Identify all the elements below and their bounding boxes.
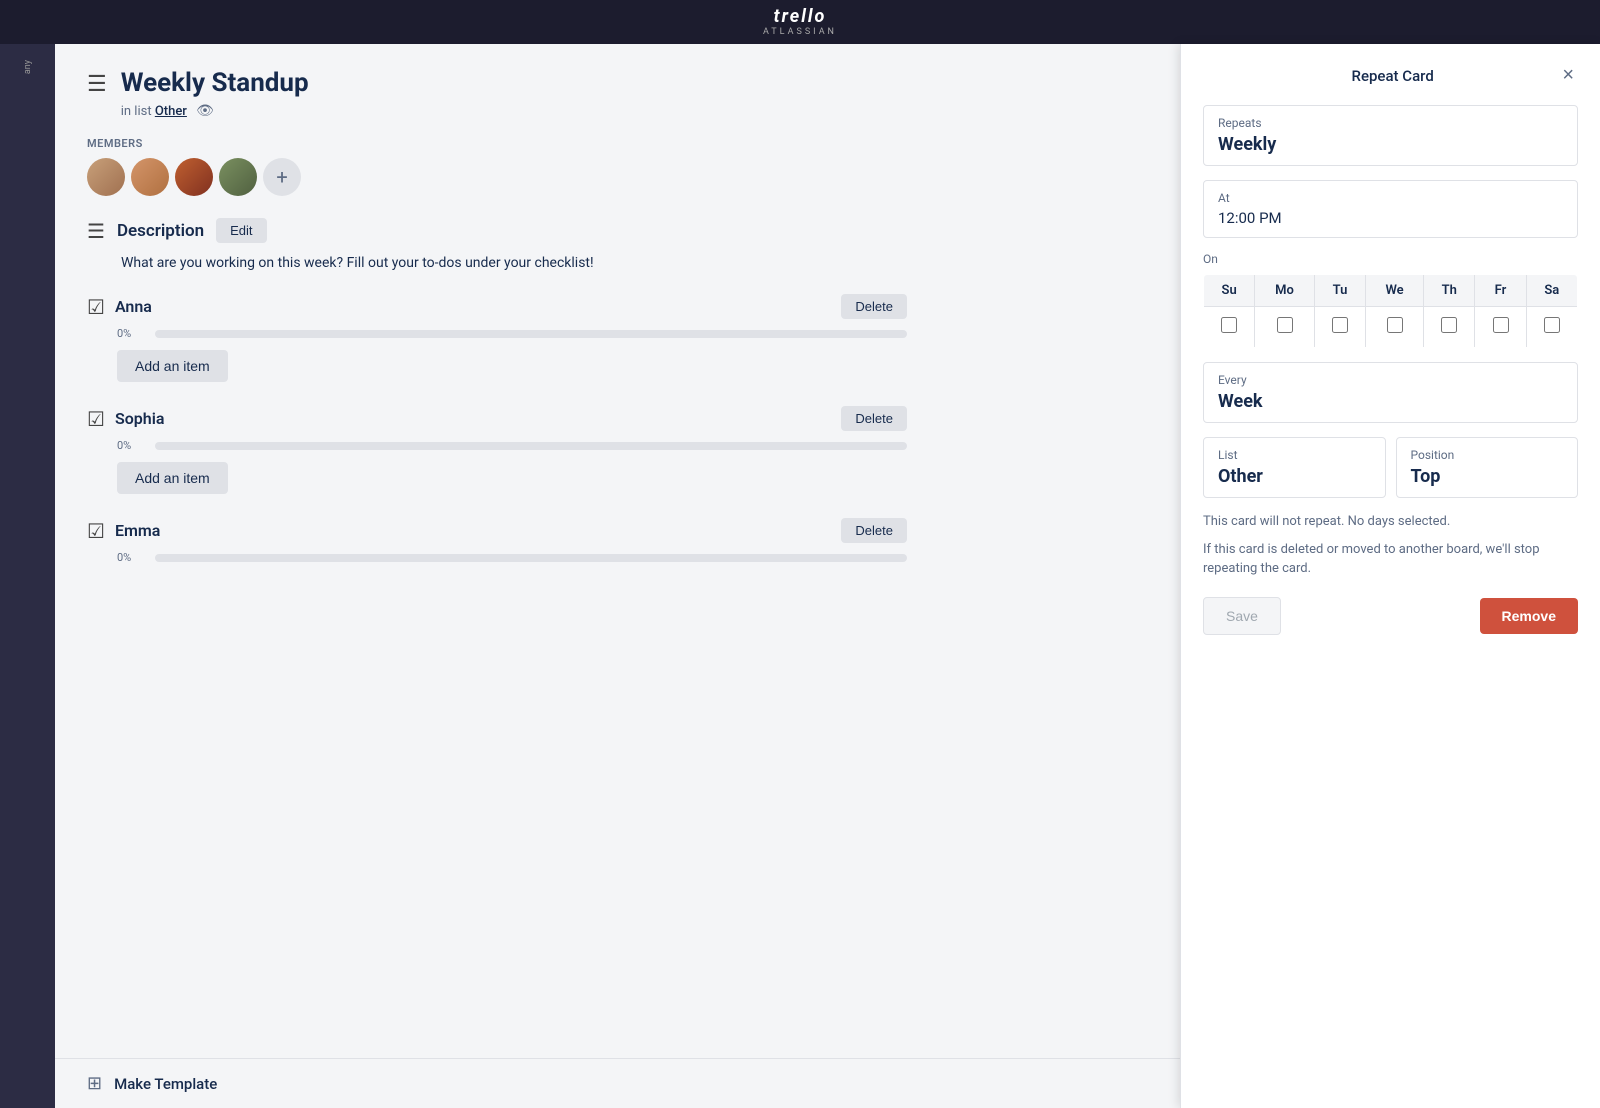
make-template-label: Make Template bbox=[114, 1075, 217, 1093]
avatar-4[interactable] bbox=[219, 158, 257, 196]
description-icon: ☰ bbox=[87, 219, 105, 243]
checklist-sophia-header: ☑ Sophia Delete bbox=[87, 406, 907, 431]
avatar-3[interactable] bbox=[175, 158, 213, 196]
notice-1: This card will not repeat. No days selec… bbox=[1203, 512, 1578, 532]
sidebar-label: any bbox=[23, 60, 33, 74]
card-main: ☰ Weekly Standup in list Other 👁 MEMBERS… bbox=[87, 68, 907, 564]
day-su: Su bbox=[1204, 275, 1255, 307]
notice-2: If this card is deleted or moved to anot… bbox=[1203, 540, 1578, 579]
list-field[interactable]: List Other bbox=[1203, 437, 1386, 498]
list-label: List bbox=[1218, 448, 1371, 462]
checkbox-th[interactable] bbox=[1441, 317, 1457, 333]
list-prefix: in list bbox=[121, 104, 152, 119]
position-field[interactable]: Position Top bbox=[1396, 437, 1579, 498]
progress-pct-sophia: 0% bbox=[117, 439, 145, 452]
card-type-icon: ☰ bbox=[87, 72, 107, 97]
repeat-actions: Save Remove bbox=[1203, 597, 1578, 635]
checklist-anna: ☑ Anna Delete 0% Add an item bbox=[87, 294, 907, 382]
remove-button[interactable]: Remove bbox=[1480, 598, 1578, 634]
progress-bar-bg-emma bbox=[155, 554, 907, 562]
list-link[interactable]: Other bbox=[155, 104, 187, 119]
repeat-panel-title: Repeat Card bbox=[1227, 67, 1558, 85]
edit-description-button[interactable]: Edit bbox=[216, 218, 266, 243]
card-title-block: Weekly Standup in list Other 👁 bbox=[121, 68, 309, 119]
checkbox-we[interactable] bbox=[1387, 317, 1403, 333]
card-list-info: in list Other 👁 bbox=[121, 103, 309, 119]
progress-bar-bg-sophia bbox=[155, 442, 907, 450]
checklist-title-emma: Emma bbox=[115, 521, 831, 540]
position-value: Top bbox=[1411, 466, 1564, 487]
close-repeat-panel-button[interactable]: × bbox=[1558, 64, 1578, 87]
checkbox-tu[interactable] bbox=[1332, 317, 1348, 333]
brand-sub: ATLASSIAN bbox=[763, 27, 837, 38]
topbar-logo: trello ATLASSIAN bbox=[763, 6, 837, 38]
every-value: Week bbox=[1218, 391, 1563, 412]
list-position-row: List Other Position Top bbox=[1203, 437, 1578, 498]
every-label: Every bbox=[1218, 373, 1563, 387]
checklist-emma: ☑ Emma Delete 0% bbox=[87, 518, 907, 564]
description-text: What are you working on this week? Fill … bbox=[121, 253, 907, 274]
add-item-anna-button[interactable]: Add an item bbox=[117, 350, 228, 382]
progress-row-anna: 0% bbox=[117, 327, 907, 340]
watch-icon[interactable]: 👁 bbox=[196, 103, 214, 119]
make-template-icon: ⊞ bbox=[87, 1073, 102, 1094]
at-value: 12:00 PM bbox=[1218, 209, 1563, 227]
card-title: Weekly Standup bbox=[121, 68, 309, 99]
day-th: Th bbox=[1424, 275, 1475, 307]
days-table: Su Mo Tu We Th Fr Sa bbox=[1203, 274, 1578, 348]
description-title: Description bbox=[117, 221, 204, 241]
progress-row-sophia: 0% bbox=[117, 439, 907, 452]
every-field[interactable]: Every Week bbox=[1203, 362, 1578, 423]
day-tu: Tu bbox=[1314, 275, 1365, 307]
delete-sophia-button[interactable]: Delete bbox=[841, 406, 907, 431]
delete-emma-button[interactable]: Delete bbox=[841, 518, 907, 543]
checkbox-fr[interactable] bbox=[1493, 317, 1509, 333]
checklist-icon-emma: ☑ bbox=[87, 519, 105, 543]
topbar: trello ATLASSIAN bbox=[0, 0, 1600, 44]
progress-pct-anna: 0% bbox=[117, 327, 145, 340]
checklist-title-sophia: Sophia bbox=[115, 409, 831, 428]
checkbox-mo[interactable] bbox=[1277, 317, 1293, 333]
checklist-icon-anna: ☑ bbox=[87, 295, 105, 319]
day-fr: Fr bbox=[1475, 275, 1526, 307]
add-member-button[interactable]: + bbox=[263, 158, 301, 196]
day-we: We bbox=[1366, 275, 1424, 307]
checkbox-su[interactable] bbox=[1221, 317, 1237, 333]
progress-bar-bg-anna bbox=[155, 330, 907, 338]
avatar-2[interactable] bbox=[131, 158, 169, 196]
checklist-emma-header: ☑ Emma Delete bbox=[87, 518, 907, 543]
repeat-panel: Repeat Card × Repeats Weekly At 12:00 PM… bbox=[1180, 44, 1600, 1108]
repeats-value: Weekly bbox=[1218, 134, 1563, 155]
at-field[interactable]: At 12:00 PM bbox=[1203, 180, 1578, 238]
repeats-field[interactable]: Repeats Weekly bbox=[1203, 105, 1578, 166]
description-header: ☰ Description Edit bbox=[87, 218, 907, 243]
on-label: On bbox=[1203, 252, 1578, 266]
checklist-anna-header: ☑ Anna Delete bbox=[87, 294, 907, 319]
delete-anna-button[interactable]: Delete bbox=[841, 294, 907, 319]
avatar-1[interactable] bbox=[87, 158, 125, 196]
day-sa: Sa bbox=[1526, 275, 1577, 307]
save-button: Save bbox=[1203, 597, 1281, 635]
position-label: Position bbox=[1411, 448, 1564, 462]
day-mo: Mo bbox=[1255, 275, 1315, 307]
add-item-sophia-button[interactable]: Add an item bbox=[117, 462, 228, 494]
repeats-label: Repeats bbox=[1218, 116, 1563, 130]
progress-pct-emma: 0% bbox=[117, 551, 145, 564]
card-header: ☰ Weekly Standup in list Other 👁 bbox=[87, 68, 907, 119]
members-label: MEMBERS bbox=[87, 137, 907, 150]
checklist-sophia: ☑ Sophia Delete 0% Add an item bbox=[87, 406, 907, 494]
members-row: + bbox=[87, 158, 907, 196]
progress-row-emma: 0% bbox=[117, 551, 907, 564]
left-sidebar: any bbox=[0, 44, 55, 1108]
checklist-title-anna: Anna bbox=[115, 297, 831, 316]
brand-name: trello bbox=[774, 6, 827, 28]
make-template-row[interactable]: ⊞ Make Template bbox=[55, 1058, 1180, 1108]
list-value: Other bbox=[1218, 466, 1371, 487]
repeat-panel-header: Repeat Card × bbox=[1203, 64, 1578, 87]
checkbox-sa[interactable] bbox=[1544, 317, 1560, 333]
at-label: At bbox=[1218, 191, 1563, 205]
checklist-icon-sophia: ☑ bbox=[87, 407, 105, 431]
